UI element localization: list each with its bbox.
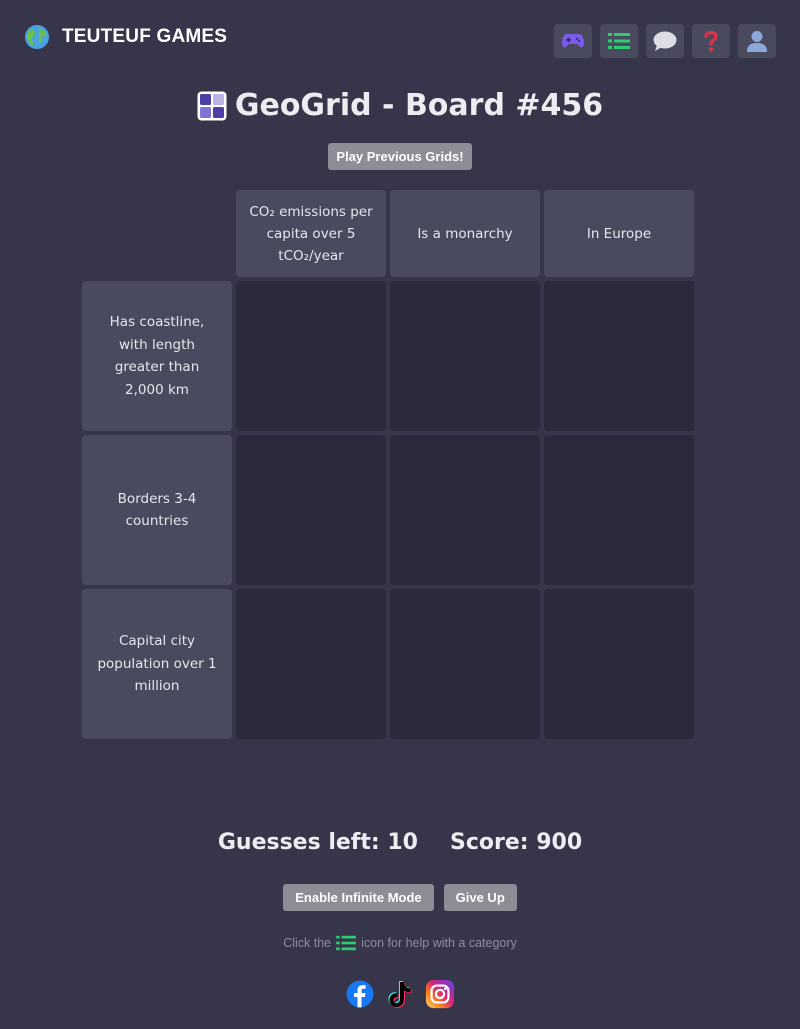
list-button[interactable]: [600, 24, 638, 58]
column-header[interactable]: CO₂ emissions per capita over 5 tCO₂/yea…: [236, 190, 386, 277]
facebook-icon: [346, 980, 374, 1008]
question-icon: [704, 30, 718, 52]
grid-cell[interactable]: [236, 589, 386, 739]
grid-cell[interactable]: [236, 281, 386, 431]
brand[interactable]: TEUTEUF GAMES: [24, 24, 227, 50]
tiktok-link[interactable]: [385, 978, 415, 1010]
chat-icon: [653, 31, 677, 51]
row-header[interactable]: Has coastline, with length greater than …: [82, 281, 232, 431]
games-button[interactable]: [554, 24, 592, 58]
row-header[interactable]: Capital city population over 1 million: [82, 589, 232, 739]
grid-cell[interactable]: [236, 435, 386, 585]
stats-row: Guesses left: 10 Score: 900: [0, 830, 800, 855]
help-hint: Click the icon for help with a category: [0, 934, 800, 952]
instagram-link[interactable]: [425, 978, 455, 1010]
help-button[interactable]: [692, 24, 730, 58]
action-buttons: Enable Infinite Mode Give Up: [0, 884, 800, 911]
play-previous-grids-button[interactable]: Play Previous Grids!: [328, 143, 472, 170]
page-title-row: GeoGrid - Board #456: [0, 88, 800, 123]
hint-text-before: Click the: [283, 936, 332, 950]
score: Score: 900: [449, 830, 583, 855]
enable-infinite-mode-button[interactable]: Enable Infinite Mode: [283, 884, 434, 911]
grid-cell[interactable]: [390, 435, 540, 585]
chat-button[interactable]: [646, 24, 684, 58]
page-title: GeoGrid - Board #456: [234, 88, 604, 123]
grid-cell[interactable]: [390, 281, 540, 431]
column-header[interactable]: In Europe: [544, 190, 694, 277]
geogrid-logo-icon: [197, 91, 227, 120]
gamepad-icon: [562, 34, 584, 48]
column-header[interactable]: Is a monarchy: [390, 190, 540, 277]
row-header[interactable]: Borders 3-4 countries: [82, 435, 232, 585]
grid-cell[interactable]: [390, 589, 540, 739]
nav-toolbar: [554, 24, 776, 58]
globe-icon: [25, 25, 49, 49]
grid-cell[interactable]: [544, 281, 694, 431]
social-links: [0, 978, 800, 1010]
list-icon: [608, 33, 630, 49]
brand-name: TEUTEUF GAMES: [62, 26, 228, 47]
grid-cell[interactable]: [544, 435, 694, 585]
instagram-icon: [425, 979, 455, 1009]
user-icon: [747, 31, 767, 52]
tiktok-icon: [388, 981, 412, 1008]
list-icon: [336, 935, 357, 951]
grid-cell[interactable]: [544, 589, 694, 739]
guesses-left: Guesses left: 10: [217, 830, 418, 855]
facebook-link[interactable]: [345, 978, 375, 1010]
give-up-button[interactable]: Give Up: [443, 884, 517, 911]
profile-button[interactable]: [738, 24, 776, 58]
hint-text-after: icon for help with a category: [361, 936, 517, 950]
